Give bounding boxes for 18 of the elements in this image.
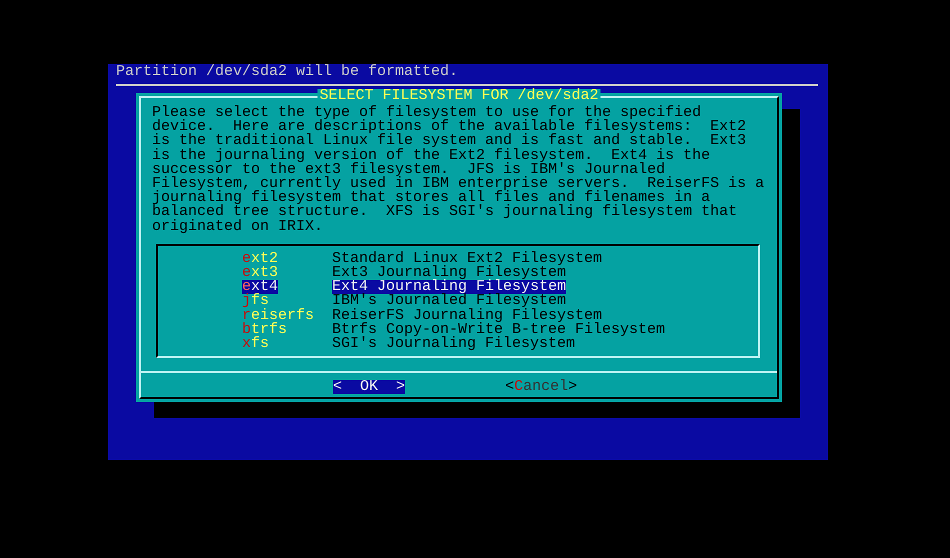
filesystem-description: Ext4 Journaling Filesystem [332, 280, 566, 294]
ok-button[interactable]: < OK > [333, 380, 406, 394]
filesystem-description: Standard Linux Ext2 Filesystem [332, 252, 602, 266]
status-message: Partition /dev/sda2 will be formatted. [115, 64, 460, 80]
filesystem-option[interactable]: reiserfs [242, 308, 332, 323]
filesystem-description: ReiserFS Journaling Filesystem [332, 308, 602, 323]
filesystem-description: Ext3 Journaling Filesystem [332, 266, 566, 280]
filesystem-option[interactable]: ext4 [242, 280, 278, 294]
filesystem-description: Btrfs Copy-on-Write B-tree Filesystem [332, 322, 666, 337]
filesystem-description: IBM's Journaled Filesystem [332, 294, 566, 309]
description-text: Please select the type of filesystem to use for the specified device. Here are descriptions of the available filesystems: Ext2 is the traditional Linux file system and is fast and stable. Ext3 is the journaling version of the Ext2 filesystem. Ext4 is the successor to the ext3 filesystem. JFS is IBM's Journaled Filesystem, currently used in IBM enterprise servers. ReiserFS is a journaling filesystem that stores all files and filenames in a balanced tree structure. XFS is SGI's journaling filesystem that originated on IRIX. [151, 103, 766, 234]
filesystem-option[interactable]: ext2 [242, 252, 332, 266]
filesystem-description: SGI's Journaling Filesystem [332, 336, 576, 352]
filesystem-option[interactable]: jfs [242, 294, 332, 309]
filesystem-option[interactable]: xfs [242, 336, 332, 352]
filesystem-option[interactable]: btrfs [242, 322, 332, 337]
filesystem-option[interactable]: ext3 [242, 266, 332, 280]
cancel-button[interactable]: <Cancel> [505, 380, 578, 394]
